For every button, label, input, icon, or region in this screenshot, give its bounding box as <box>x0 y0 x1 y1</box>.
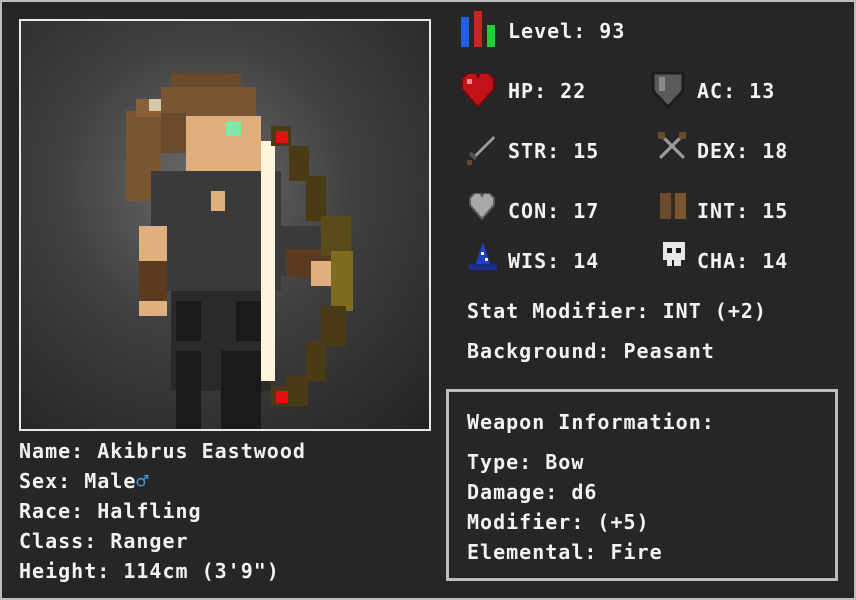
heart-icon <box>461 73 495 109</box>
weapon-elemental-value: Fire <box>610 540 663 564</box>
weapon-type-label: Type: <box>467 450 533 474</box>
wis-stat: WIS: 14 <box>508 249 599 273</box>
ac-label: AC: <box>697 79 737 103</box>
character-portrait <box>19 19 431 431</box>
dex-stat: DEX: 18 <box>697 139 788 163</box>
crossed-daggers-icon <box>658 132 686 160</box>
int-label: INT: <box>697 199 750 223</box>
weapon-type: Type: Bow <box>467 450 584 474</box>
level-bars-icon <box>461 11 495 47</box>
dex-value: 18 <box>762 139 789 163</box>
con-stat: CON: 17 <box>508 199 599 223</box>
con-label: CON: <box>508 199 561 223</box>
level-label: Level: <box>508 19 587 43</box>
race-label: Race: <box>19 499 85 523</box>
class-value: Ranger <box>110 529 189 553</box>
male-symbol-icon: ♂ <box>136 469 150 493</box>
con-value: 17 <box>573 199 600 223</box>
weapon-modifier-value: (+5) <box>597 510 650 534</box>
sex-value: Male <box>84 469 137 493</box>
book-icon <box>660 193 686 219</box>
shield-icon <box>651 71 685 109</box>
sword-icon <box>467 136 495 165</box>
character-name: Name: Akibrus Eastwood <box>19 439 306 463</box>
height-label: Height: <box>19 559 111 583</box>
weapon-damage-label: Damage: <box>467 480 559 504</box>
hp-value: 22 <box>560 79 587 103</box>
stat-modifier: Stat Modifier: INT (+2) <box>467 299 767 323</box>
hp-stat: HP: 22 <box>508 79 586 103</box>
weapon-modifier-label: Modifier: <box>467 510 585 534</box>
cha-label: CHA: <box>697 249 750 273</box>
name-label: Name: <box>19 439 85 463</box>
ranger-sprite <box>126 73 353 429</box>
character-class: Class: Ranger <box>19 529 189 553</box>
str-value: 15 <box>573 139 600 163</box>
wis-value: 14 <box>573 249 600 273</box>
class-label: Class: <box>19 529 98 553</box>
character-race: Race: Halfling <box>19 499 202 523</box>
sex-label: Sex: <box>19 469 72 493</box>
weapon-elemental-label: Elemental: <box>467 540 598 564</box>
wizard-hat-icon <box>469 242 497 270</box>
weapon-modifier: Modifier: (+5) <box>467 510 650 534</box>
name-value: Akibrus Eastwood <box>97 439 306 463</box>
gray-heart-icon <box>469 193 495 221</box>
level-stat: Level: 93 <box>508 19 625 43</box>
str-stat: STR: 15 <box>508 139 599 163</box>
str-label: STR: <box>508 139 561 163</box>
hp-label: HP: <box>508 79 548 103</box>
int-stat: INT: 15 <box>697 199 788 223</box>
weapon-damage: Damage: d6 <box>467 480 597 504</box>
ac-value: 13 <box>749 79 776 103</box>
weapon-type-value: Bow <box>545 450 585 474</box>
skull-icon <box>663 242 685 266</box>
wis-label: WIS: <box>508 249 561 273</box>
level-value: 93 <box>599 19 626 43</box>
character-sex: Sex: Male♂ <box>19 469 149 493</box>
dex-label: DEX: <box>697 139 750 163</box>
weapon-elemental: Elemental: Fire <box>467 540 663 564</box>
race-value: Halfling <box>97 499 202 523</box>
cha-stat: CHA: 14 <box>697 249 788 273</box>
int-value: 15 <box>762 199 789 223</box>
cha-value: 14 <box>762 249 789 273</box>
stat-modifier-label: Stat Modifier: <box>467 299 650 323</box>
background-label: Background: <box>467 339 611 363</box>
background-value: Peasant <box>623 339 715 363</box>
weapon-info-panel: Weapon Information: Type: Bow Damage: d6… <box>446 389 838 581</box>
background: Background: Peasant <box>467 339 715 363</box>
height-value: 114cm (3'9") <box>123 559 280 583</box>
weapon-info-title: Weapon Information: <box>467 410 715 434</box>
character-height: Height: 114cm (3'9") <box>19 559 280 583</box>
ac-stat: AC: 13 <box>697 79 775 103</box>
weapon-damage-value: d6 <box>571 480 598 504</box>
stat-modifier-value: INT (+2) <box>662 299 767 323</box>
